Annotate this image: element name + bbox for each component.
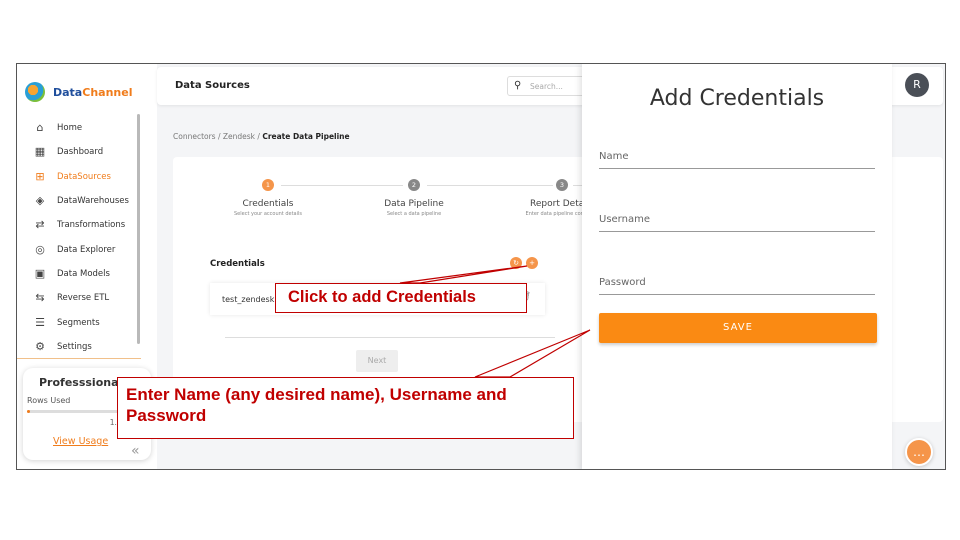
callout-enter-details: Enter Name (any desired name), Username … bbox=[117, 377, 574, 439]
callout-line-1: Enter Name (any desired name), Username … bbox=[126, 385, 507, 404]
callout-line-2: Password bbox=[126, 406, 207, 425]
arrow-to-add-button bbox=[399, 265, 528, 284]
arrow-to-form bbox=[474, 329, 591, 378]
callout-add-credentials: Click to add Credentials bbox=[275, 283, 527, 313]
annotation-arrows bbox=[399, 265, 591, 378]
